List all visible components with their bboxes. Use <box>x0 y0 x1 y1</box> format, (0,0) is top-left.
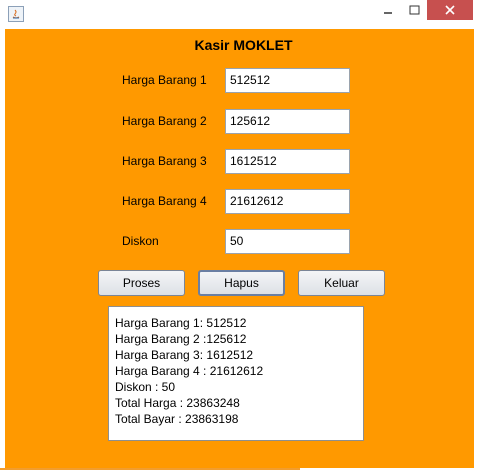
harga-barang-3-input[interactable]: 1612512 <box>225 149 350 174</box>
result-line: Total Bayar : 23863198 <box>115 412 239 426</box>
close-button[interactable] <box>427 0 473 20</box>
maximize-button[interactable] <box>400 0 430 20</box>
result-line: Harga Barang 4 : 21612612 <box>115 364 264 378</box>
label-harga-barang-1: Harga Barang 1 <box>122 73 207 87</box>
proses-button[interactable]: Proses <box>98 270 185 296</box>
window-bottom-edge <box>0 468 479 472</box>
harga-barang-4-input[interactable]: 21612612 <box>225 189 350 214</box>
result-line: Harga Barang 2 :125612 <box>115 332 247 346</box>
page-title: Kasir MOKLET <box>194 37 293 53</box>
bottom-accent-line <box>0 468 300 470</box>
harga-barang-1-input[interactable]: 512512 <box>225 68 350 93</box>
result-line: Total Harga : 23863248 <box>115 396 240 410</box>
result-textarea[interactable]: Harga Barang 1: 512512 Harga Barang 2 :1… <box>108 306 364 441</box>
label-harga-barang-3: Harga Barang 3 <box>122 154 207 168</box>
label-harga-barang-2: Harga Barang 2 <box>122 114 207 128</box>
title-bar <box>0 0 479 28</box>
keluar-button[interactable]: Keluar <box>298 270 385 296</box>
main-panel: Kasir MOKLET Harga Barang 1 512512 Harga… <box>5 29 474 470</box>
diskon-input[interactable]: 50 <box>225 229 350 254</box>
hapus-button[interactable]: Hapus <box>198 270 285 296</box>
result-line: Diskon : 50 <box>115 380 176 394</box>
label-diskon: Diskon <box>122 234 159 248</box>
label-harga-barang-4: Harga Barang 4 <box>122 194 207 208</box>
harga-barang-2-input[interactable]: 125612 <box>225 109 350 134</box>
minimize-button[interactable] <box>373 0 403 20</box>
result-line: Harga Barang 1: 512512 <box>115 316 247 330</box>
java-app-icon <box>8 6 24 22</box>
close-icon <box>445 5 455 15</box>
result-line: Harga Barang 3: 1612512 <box>115 348 254 362</box>
